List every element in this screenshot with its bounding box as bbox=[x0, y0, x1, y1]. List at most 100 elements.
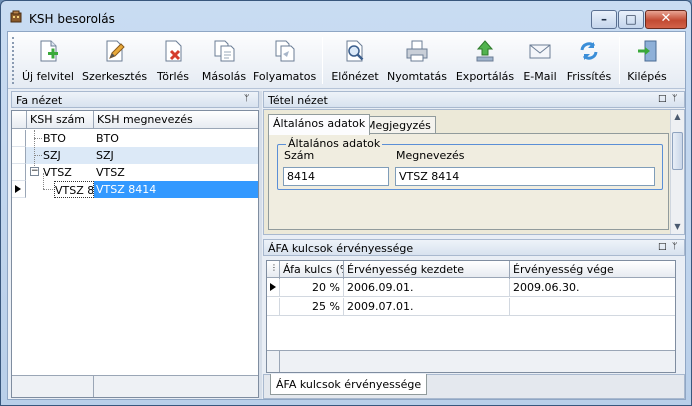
tree-row[interactable]: SZJ SZJ bbox=[12, 147, 258, 164]
cell-kezdete: 2006.09.01. bbox=[344, 279, 510, 297]
print-label: Nyomtatás bbox=[386, 70, 448, 83]
title-bar[interactable]: KSH besorolás – □ ✕ bbox=[1, 1, 691, 31]
close-icon: ✕ bbox=[660, 11, 672, 26]
print-icon bbox=[406, 40, 428, 62]
restore-icon[interactable]: □ bbox=[658, 243, 667, 252]
scrollbar-thumb[interactable] bbox=[672, 132, 683, 170]
preview-label: Előnézet bbox=[331, 70, 379, 83]
close-button[interactable]: ✕ bbox=[645, 10, 687, 29]
pin-icon[interactable]: ᛘ bbox=[244, 95, 253, 104]
export-label: Exportálás bbox=[455, 70, 515, 83]
szam-field[interactable]: 8414 bbox=[283, 167, 389, 186]
fa-nezet-tree-grid[interactable]: KSH szám KSH megnevezés BTO BTO SZJ SZJ … bbox=[11, 110, 259, 398]
minimize-button[interactable]: – bbox=[591, 10, 617, 29]
preview-button[interactable]: Előnézet bbox=[328, 34, 382, 87]
refresh-button[interactable]: Frissítés bbox=[564, 34, 614, 87]
restore-icon[interactable]: □ bbox=[658, 95, 667, 104]
email-label: E-Mail bbox=[523, 70, 557, 83]
tree-cell-name: VTSZ bbox=[96, 166, 125, 179]
tree-cell-code: SZJ bbox=[43, 149, 61, 162]
afa-panel-title: ÁFA kulcsok érvényessége bbox=[268, 242, 414, 255]
tree-cell-code: VTSZ bbox=[43, 166, 72, 179]
footer-cell bbox=[267, 351, 280, 372]
fa-nezet-title: Fa nézet bbox=[16, 94, 63, 107]
row-selector bbox=[12, 147, 26, 164]
refresh-label: Frissítés bbox=[566, 70, 612, 83]
copy-icon bbox=[214, 40, 235, 62]
cell-vege bbox=[510, 298, 675, 316]
tab-afa-kulcsok[interactable]: ÁFA kulcsok érvényessége bbox=[270, 374, 428, 395]
delete-button[interactable]: Törlés bbox=[149, 34, 197, 87]
continuous-button[interactable]: Folyamatos bbox=[253, 34, 317, 87]
tree-row-selected[interactable]: VTSZ 8414 VTSZ 8414 bbox=[12, 173, 258, 198]
maximize-icon: □ bbox=[625, 12, 637, 26]
vertical-scrollbar[interactable]: ▲ ▼ bbox=[670, 110, 684, 234]
continuous-icon bbox=[275, 40, 295, 62]
tree-grid-footer bbox=[12, 375, 258, 397]
exit-button[interactable]: Kilépés bbox=[624, 34, 670, 87]
print-button[interactable]: Nyomtatás bbox=[386, 34, 448, 87]
tetel-nezet-header: Tétel nézet □ ᛘ bbox=[263, 91, 685, 108]
continuous-label: Folyamatos bbox=[253, 70, 317, 83]
toolbar-separator bbox=[619, 37, 620, 84]
afa-grid[interactable]: ⋮ Áfa kulcs (%) Érvényesség kezdete Érvé… bbox=[266, 260, 676, 373]
tab-megjegyzes[interactable]: Megjegyzés bbox=[361, 116, 436, 134]
column-header-afa-kulcs[interactable]: Áfa kulcs (%) bbox=[280, 261, 344, 279]
afa-panel-header: ÁFA kulcsok érvényessége □ ᛘ bbox=[263, 239, 685, 256]
new-record-button[interactable]: Új felvitel bbox=[18, 34, 78, 87]
copy-button[interactable]: Másolás bbox=[199, 34, 249, 87]
scroll-down-icon[interactable]: ▼ bbox=[671, 220, 684, 233]
column-chooser-icon[interactable]: ⋮ bbox=[267, 261, 280, 279]
tree-line bbox=[34, 155, 42, 156]
panel-splitter[interactable] bbox=[259, 91, 262, 399]
toolbar-grip[interactable] bbox=[12, 37, 15, 84]
tree-cell-code: VTSZ 8414 bbox=[54, 181, 94, 198]
tree-cell-name: SZJ bbox=[96, 149, 114, 162]
window-title: KSH besorolás bbox=[29, 12, 115, 26]
column-header-ksh-megnevezes[interactable]: KSH megnevezés bbox=[94, 111, 258, 129]
copy-label: Másolás bbox=[201, 70, 247, 83]
tree-row[interactable]: − VTSZ VTSZ bbox=[12, 130, 258, 181]
exit-label: Kilépés bbox=[627, 70, 667, 83]
toolbar-separator bbox=[322, 37, 323, 84]
edit-button[interactable]: Szerkesztés bbox=[82, 34, 148, 87]
tetel-nezet-body: Általános adatok Megjegyzés Általános ad… bbox=[263, 109, 685, 235]
table-row[interactable]: 20 % 2006.09.01. 2009.06.30. bbox=[267, 279, 675, 297]
refresh-icon bbox=[580, 42, 598, 60]
column-header-ksh-szam[interactable]: KSH szám bbox=[27, 111, 94, 129]
table-row[interactable]: 25 % 2009.07.01. bbox=[267, 298, 675, 316]
new-document-icon bbox=[40, 40, 58, 62]
delete-label: Törlés bbox=[156, 70, 190, 83]
row-selector bbox=[12, 181, 26, 198]
client-area: Új felvitel Szerkesztés Törlés Másolás F… bbox=[7, 31, 686, 400]
export-icon bbox=[476, 40, 494, 62]
row-selector bbox=[12, 164, 26, 181]
export-button[interactable]: Exportálás bbox=[454, 34, 516, 87]
email-button[interactable]: E-Mail bbox=[520, 34, 560, 87]
tree-row[interactable]: BTO BTO bbox=[12, 130, 258, 147]
scroll-up-icon[interactable]: ▲ bbox=[671, 110, 684, 123]
tree-grid-header: KSH szám KSH megnevezés bbox=[12, 111, 258, 129]
afa-grid-footer bbox=[267, 350, 675, 372]
cell-afa-kulcs: 20 % bbox=[280, 279, 344, 297]
column-header-ervenyesseg-kezdete[interactable]: Érvényesség kezdete bbox=[344, 261, 510, 279]
maximize-button[interactable]: □ bbox=[618, 10, 644, 29]
tree-cell-name: VTSZ 8414 bbox=[94, 181, 258, 198]
tab-altalanos-adatok[interactable]: Általános adatok bbox=[268, 114, 371, 135]
bottom-tab-strip: ÁFA kulcsok érvényessége bbox=[263, 374, 685, 399]
delete-icon bbox=[165, 40, 182, 62]
pin-icon[interactable]: ᛘ bbox=[672, 95, 681, 104]
edit-icon bbox=[106, 40, 125, 62]
megnevezes-field[interactable]: VTSZ 8414 bbox=[395, 167, 655, 186]
column-header-ervenyesseg-vege[interactable]: Érvényesség vége bbox=[510, 261, 675, 279]
megnevezes-label: Megnevezés bbox=[396, 149, 465, 162]
email-icon bbox=[529, 44, 551, 59]
pin-icon[interactable]: ᛘ bbox=[672, 243, 681, 252]
collapse-icon[interactable]: − bbox=[30, 167, 39, 176]
main-window: KSH besorolás – □ ✕ Új felvitel Szerkesz… bbox=[0, 0, 692, 406]
tree-line bbox=[34, 138, 42, 139]
tree-cell-code: BTO bbox=[43, 132, 66, 145]
preview-icon bbox=[346, 40, 364, 62]
exit-icon bbox=[638, 40, 657, 62]
edit-label: Szerkesztés bbox=[82, 70, 148, 83]
